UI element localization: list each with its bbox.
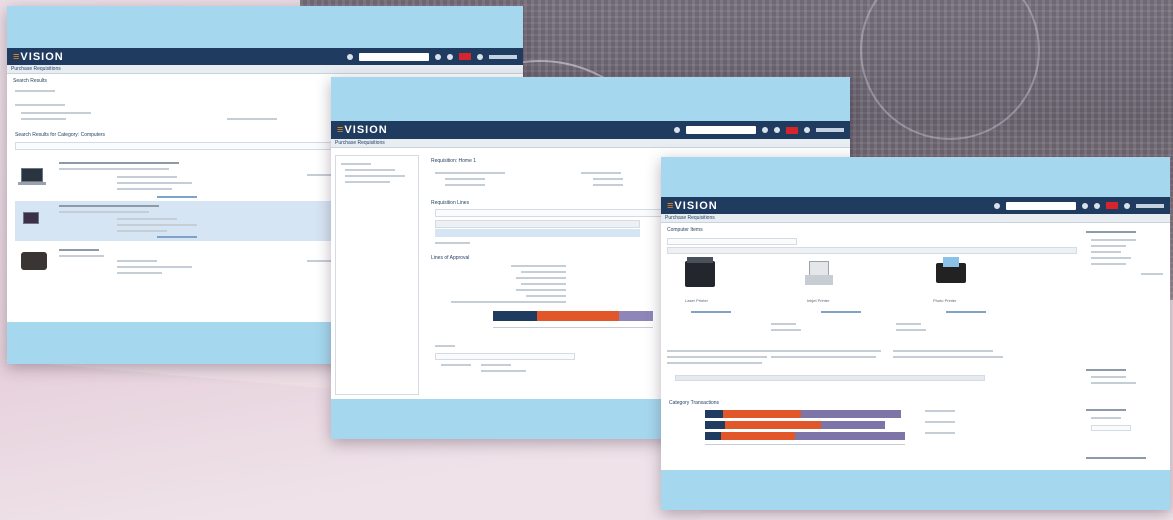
laser-printer-image <box>685 261 715 287</box>
notifications-icon[interactable] <box>786 126 798 134</box>
approval-title: Lines of Approval <box>431 255 470 261</box>
notifications-icon[interactable] <box>459 53 471 60</box>
product-name-1: Laser Printer <box>685 298 708 303</box>
horizontal-scrollbar[interactable] <box>675 375 985 381</box>
laptop-image <box>21 168 43 182</box>
app-header: ≡VISION <box>7 48 523 65</box>
star-icon[interactable] <box>1082 202 1088 209</box>
flag-icon[interactable] <box>447 53 453 60</box>
table-row[interactable] <box>435 229 640 237</box>
vision-logo: ≡VISION <box>13 50 64 63</box>
chart-title: Category Transactions <box>669 400 720 406</box>
vision-logo: ≡VISION <box>667 199 718 212</box>
search-input[interactable] <box>686 126 756 134</box>
category-title: Computer Items <box>667 227 703 233</box>
section-title: Search Results <box>13 78 47 84</box>
star-icon[interactable] <box>762 127 768 133</box>
search-input[interactable] <box>1006 201 1076 210</box>
results-toolbar[interactable] <box>15 142 345 150</box>
result-row-selected[interactable] <box>15 201 350 241</box>
category-toolbar[interactable] <box>667 238 797 245</box>
grid-header <box>667 247 1077 254</box>
flag-icon[interactable] <box>774 127 780 133</box>
home-icon[interactable] <box>347 53 353 60</box>
home-icon[interactable] <box>994 202 1000 209</box>
app-header: ≡VISION <box>331 121 850 139</box>
screenshot-category-browse: ≡VISION Purchase Requisitions Computer I… <box>661 157 1170 510</box>
app-header: ≡VISION <box>661 197 1170 214</box>
attachments-toolbar[interactable] <box>435 353 575 360</box>
product-name-3: Photo Printer <box>933 298 957 303</box>
breadcrumb: Purchase Requisitions <box>331 139 850 148</box>
chart-bar-1 <box>705 410 901 418</box>
home-icon[interactable] <box>674 127 680 133</box>
vision-logo: ≡VISION <box>337 124 388 136</box>
requisition-title: Requisition: Home 1 <box>431 158 477 164</box>
settings-icon[interactable] <box>1124 202 1130 209</box>
search-input[interactable] <box>359 52 429 61</box>
user-menu[interactable] <box>489 54 517 59</box>
user-menu[interactable] <box>1136 203 1164 208</box>
lines-title: Requisition Lines <box>431 200 470 206</box>
settings-icon[interactable] <box>477 53 483 60</box>
lines-table-header <box>435 220 640 228</box>
sidebar-search-field[interactable] <box>1091 425 1131 431</box>
flag-icon[interactable] <box>1094 202 1100 209</box>
star-icon[interactable] <box>435 53 441 60</box>
chart-bar-3 <box>705 432 905 440</box>
left-panel <box>335 155 419 395</box>
breadcrumb: Purchase Requisitions <box>661 214 1170 223</box>
lines-toolbar[interactable] <box>435 209 665 217</box>
user-menu[interactable] <box>816 128 844 132</box>
approval-bar <box>493 311 653 321</box>
settings-icon[interactable] <box>804 127 810 133</box>
notifications-icon[interactable] <box>1106 202 1118 209</box>
chart-bar-2 <box>705 421 885 429</box>
breadcrumb: Purchase Requisitions <box>7 65 523 74</box>
results-title: Search Results for Category: Computers <box>15 132 106 138</box>
laptop-bag-image <box>21 252 47 270</box>
product-name-2: Inkjet Printer <box>807 298 830 303</box>
